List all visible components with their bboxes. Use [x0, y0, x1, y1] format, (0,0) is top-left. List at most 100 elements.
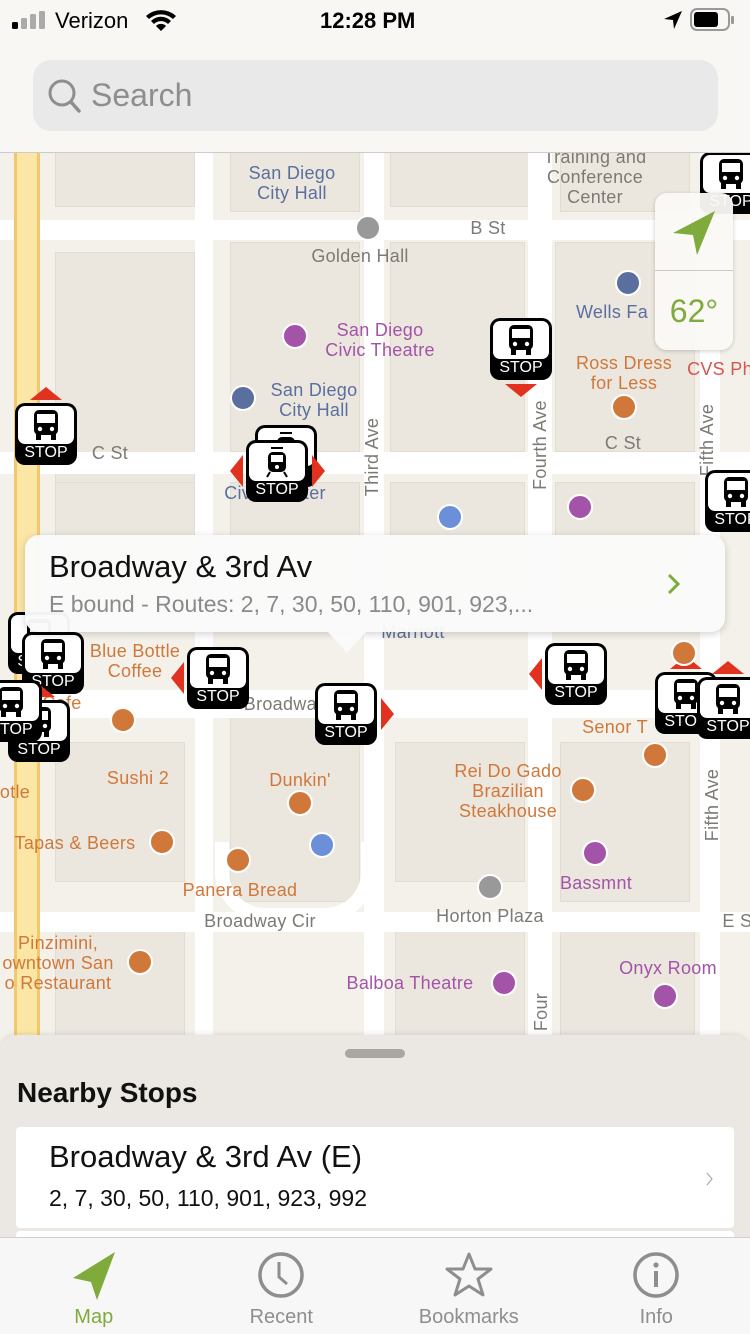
bus-icon [318, 686, 374, 724]
poi-icon [611, 394, 637, 420]
map-label: C St [604, 433, 642, 453]
direction-arrow-icon [712, 661, 744, 674]
map-label: Fifth Ave [702, 768, 722, 842]
stop-routes: 2, 7, 30, 50, 110, 901, 923, 992 [49, 1185, 368, 1211]
search-icon [48, 79, 81, 113]
tab-bar: Map Recent Bookmarks Info [0, 1237, 750, 1334]
poi-icon [355, 215, 381, 241]
map-label: Balboa Theatre [346, 973, 474, 993]
stop-marker[interactable]: STOP [171, 647, 249, 709]
location-services-icon [664, 11, 682, 29]
map-label: Panera Bread [182, 880, 298, 900]
poi-icon [642, 742, 668, 768]
direction-arrow-icon [171, 662, 184, 694]
stop-marker[interactable]: STOP [230, 440, 325, 502]
location-arrow-icon [72, 1252, 115, 1300]
tab-info[interactable]: Info [563, 1238, 750, 1334]
poi-icon [127, 949, 153, 975]
map-label: Fourth Ave [530, 400, 550, 490]
map-label: Fifth Ave [697, 403, 717, 477]
poi-icon [282, 323, 308, 349]
direction-arrow-icon [381, 698, 394, 730]
map-label: Four [531, 992, 551, 1032]
stop-marker-label: STOP [255, 481, 299, 498]
poi-icon [582, 840, 608, 866]
bus-icon [25, 635, 81, 673]
poi-icon [225, 847, 251, 873]
clock: 12:28 PM [320, 8, 416, 33]
poi-icon [652, 983, 678, 1009]
city-block [390, 152, 530, 207]
direction-arrow-icon [30, 387, 62, 400]
map-label: Blue Bottle Coffee [89, 641, 181, 681]
stop-marker-label: STOP [706, 718, 750, 735]
poi-icon [309, 832, 335, 858]
bus-icon [703, 155, 750, 193]
temperature: 62° [669, 293, 719, 329]
stop-marker[interactable]: STOP [15, 387, 77, 465]
stop-marker-label: STOP [324, 724, 368, 741]
direction-arrow-icon [230, 455, 243, 487]
stop-marker[interactable]: STOP [529, 643, 607, 705]
stop-marker[interactable]: STOP [0, 680, 42, 742]
callout-subtitle: E bound - Routes: 2, 7, 30, 50, 110, 901… [49, 591, 534, 617]
search-input[interactable]: Search [33, 60, 718, 131]
map-label: Bassmnt [559, 873, 633, 893]
tab-map[interactable]: Map [0, 1238, 188, 1334]
stop-marker[interactable]: STOP [490, 318, 552, 397]
stop-name: Broadway & 3rd Av (E) [49, 1139, 363, 1174]
direction-arrow-icon [529, 658, 542, 690]
tab-recent[interactable]: Recent [188, 1238, 376, 1334]
poi-icon [671, 640, 697, 666]
nearby-stop-item[interactable]: Broadway & 3rd Av (E) 2, 7, 30, 50, 110,… [16, 1127, 734, 1228]
map-label: Wells Fa [575, 302, 649, 322]
map-label: Third Ave [362, 417, 382, 497]
map-label: C St [91, 443, 129, 463]
tab-bookmarks[interactable]: Bookmarks [375, 1238, 563, 1334]
stop-marker[interactable]: STOP [705, 470, 750, 532]
bus-icon [18, 406, 74, 444]
stop-marker[interactable]: STOP [315, 683, 394, 745]
track-location-button[interactable] [655, 193, 733, 271]
battery-icon [690, 8, 734, 31]
map-label: San Diego City Hall [248, 163, 336, 203]
map-label: CVS Ph [687, 359, 750, 379]
bus-icon [190, 650, 246, 688]
map-label: Broadway Cir [204, 911, 316, 931]
sheet-title: Nearby Stops [17, 1077, 198, 1108]
map-label: Senor T [582, 717, 648, 737]
callout-title: Broadway & 3rd Av [49, 549, 313, 584]
bus-icon [700, 680, 750, 718]
poi-icon [110, 707, 136, 733]
drag-handle[interactable] [345, 1049, 405, 1058]
header: Verizon 12:28 PM Search [0, 0, 750, 152]
map-label: Rei Do Gado Brazilian Steakhouse [454, 761, 562, 821]
direction-arrow-icon [312, 455, 325, 487]
map-label: Ross Dress for Less [575, 353, 673, 393]
carrier: Verizon [55, 8, 129, 33]
clock-icon [258, 1252, 304, 1298]
wifi-icon [146, 10, 176, 31]
map-label: E St [722, 911, 750, 931]
stop-marker[interactable]: STOP [697, 661, 750, 739]
map-label: Onyx Room [619, 958, 717, 978]
poi-icon [230, 385, 256, 411]
stop-marker-label: STOP [24, 444, 68, 461]
map-label: Pinzimini, owntown San o Restaurant [2, 933, 114, 993]
poi-icon [149, 829, 175, 855]
map-label: Training and Conference Center [543, 152, 647, 207]
city-block [55, 152, 195, 207]
search-placeholder: Search [91, 77, 193, 113]
map-label: San Diego City Hall [270, 380, 358, 420]
bus-icon [708, 473, 750, 511]
stop-callout[interactable]: Broadway & 3rd Av E bound - Routes: 2, 7… [25, 535, 725, 653]
stop-marker-label: STOP [714, 511, 750, 528]
chevron-right-icon [667, 573, 681, 595]
map-label: Dunkin' [269, 770, 331, 790]
map-controls: 62° [655, 193, 733, 350]
stop-marker-label: STOP [196, 688, 240, 705]
signal-icon [12, 11, 45, 29]
bus-icon [0, 683, 39, 721]
direction-arrow-icon [505, 384, 537, 397]
poi-icon [567, 494, 593, 520]
